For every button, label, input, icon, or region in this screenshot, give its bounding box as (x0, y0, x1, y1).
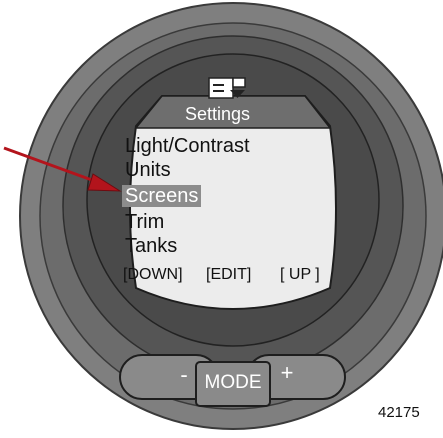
menu-item-units[interactable]: Units (125, 159, 171, 181)
softkey-up[interactable]: [ UP ] (280, 266, 320, 284)
screen-title: Settings (185, 104, 251, 124)
menu-item-trim[interactable]: Trim (125, 211, 164, 233)
plus-button[interactable]: + (275, 360, 299, 386)
menu-item-tanks[interactable]: Tanks (125, 235, 177, 257)
mode-button[interactable]: MODE (196, 372, 270, 394)
softkey-edit[interactable]: [EDIT] (206, 266, 251, 284)
menu-item-light-contrast[interactable]: Light/Contrast (125, 135, 250, 157)
menu-item-screens[interactable]: Screens (122, 185, 202, 207)
minus-button[interactable]: - (172, 362, 196, 388)
softkey-down[interactable]: [DOWN] (123, 266, 183, 284)
figure-number: 42175 (378, 404, 420, 421)
